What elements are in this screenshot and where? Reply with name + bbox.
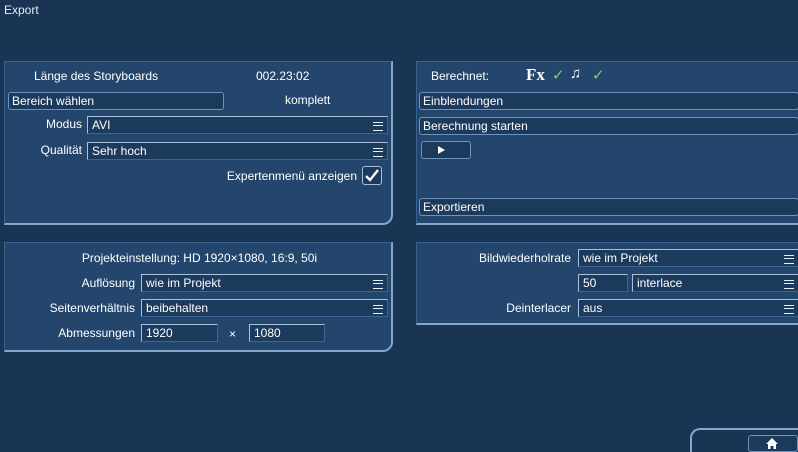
framerate-panel: Bildwiederholrate wie im Projekt 50 inte…	[416, 242, 798, 325]
framerate-dropdown[interactable]: wie im Projekt	[578, 249, 798, 267]
scan-mode-value: interlace	[637, 276, 683, 290]
select-range-button[interactable]: Bereich wählen	[8, 92, 224, 110]
menu-icon	[784, 280, 794, 289]
quality-value: Sehr hoch	[92, 144, 147, 158]
menu-icon	[373, 122, 383, 131]
project-setting-text: Projekteinstellung: HD 1920×1080, 16:9, …	[81, 251, 318, 265]
play-button[interactable]	[421, 141, 471, 159]
start-calculation-button[interactable]: Berechnung starten	[419, 117, 798, 135]
framerate-label: Bildwiederholrate	[478, 251, 571, 265]
home-button[interactable]	[748, 435, 798, 452]
deinterlacer-value: aus	[583, 301, 603, 315]
menu-icon	[784, 255, 794, 264]
storyboard-length-label: Länge des Storyboards	[34, 69, 159, 83]
navigation-tab	[690, 428, 798, 452]
mode-dropdown[interactable]: AVI	[87, 116, 388, 134]
storyboard-length-value: 002.23:02	[256, 69, 310, 83]
export-button[interactable]: Exportieren	[419, 198, 798, 216]
menu-icon	[784, 305, 794, 314]
check-icon	[365, 169, 379, 182]
aspect-ratio-label: Seitenverhältnis	[49, 301, 135, 315]
menu-icon	[373, 148, 383, 157]
calculated-label: Berechnet:	[431, 69, 490, 83]
menu-icon	[373, 280, 383, 289]
expert-menu-label: Expertenmenü anzeigen	[226, 169, 357, 183]
aspect-ratio-dropdown[interactable]: beibehalten	[141, 299, 388, 317]
play-icon	[438, 146, 445, 154]
deinterlacer-label: Deinterlacer	[506, 301, 571, 315]
quality-dropdown[interactable]: Sehr hoch	[87, 142, 388, 160]
range-value: komplett	[285, 93, 331, 107]
mode-value: AVI	[92, 118, 111, 132]
fx-indicator: Fx	[526, 65, 545, 84]
fade-ins-button[interactable]: Einblendungen	[419, 92, 798, 110]
expert-menu-checkbox[interactable]	[362, 166, 382, 185]
window-title: Export	[4, 3, 39, 17]
music-check-icon: ✓	[592, 67, 605, 84]
deinterlacer-dropdown[interactable]: aus	[578, 299, 798, 317]
resolution-dropdown[interactable]: wie im Projekt	[141, 274, 388, 292]
height-input[interactable]: 1080	[249, 324, 325, 342]
aspect-ratio-value: beibehalten	[146, 301, 209, 315]
calculation-panel: Berechnet: Fx ✓ ♫ ✓ Einblendungen Berech…	[416, 61, 798, 225]
project-settings-panel: Projekteinstellung: HD 1920×1080, 16:9, …	[4, 242, 393, 352]
scan-mode-dropdown[interactable]: interlace	[632, 274, 798, 292]
times-sign: ×	[229, 327, 237, 341]
mode-label: Modus	[45, 117, 82, 131]
menu-icon	[373, 305, 383, 314]
framerate-value: wie im Projekt	[583, 251, 658, 265]
resolution-label: Auflösung	[81, 276, 135, 290]
home-icon	[766, 438, 778, 449]
fx-check-icon: ✓	[552, 67, 565, 84]
music-note-icon: ♫	[570, 65, 582, 82]
width-input[interactable]: 1920	[141, 324, 218, 342]
resolution-value: wie im Projekt	[146, 276, 221, 290]
quality-label: Qualität	[40, 143, 82, 157]
dimensions-label: Abmessungen	[58, 326, 135, 340]
storyboard-panel: Länge des Storyboards 002.23:02 Bereich …	[4, 61, 393, 225]
fps-input[interactable]: 50	[578, 274, 628, 292]
